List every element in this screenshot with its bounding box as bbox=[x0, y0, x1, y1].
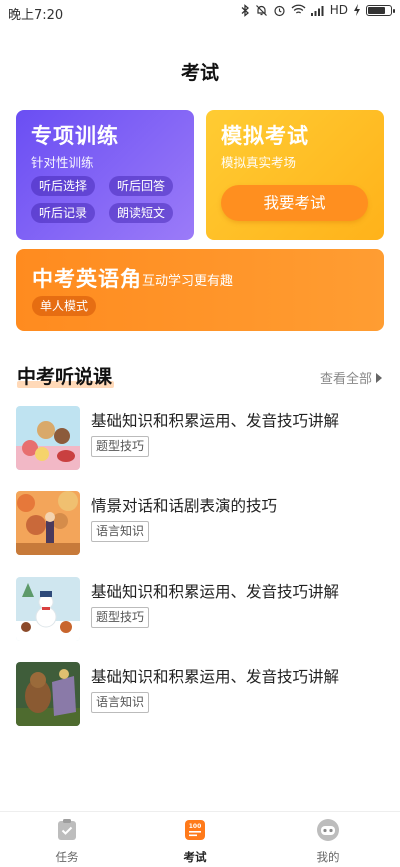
nav-mine[interactable]: 我的 bbox=[288, 818, 368, 865]
course-title: 基础知识和积累运用、发音技巧讲解 bbox=[91, 583, 340, 601]
nav-exam[interactable]: 100 考试 bbox=[155, 818, 235, 865]
chip-read-aloud[interactable]: 朗读短文 bbox=[109, 203, 174, 223]
status-icons: HD bbox=[241, 3, 395, 17]
english-corner-card[interactable]: 中考英语角 互动学习更有趣 单人模式 bbox=[16, 249, 384, 331]
wifi-icon bbox=[291, 4, 306, 14]
chip-listen-choose[interactable]: 听后选择 bbox=[31, 176, 96, 196]
course-thumbnail bbox=[16, 662, 80, 726]
bluetooth-icon bbox=[241, 3, 249, 17]
alarm-icon bbox=[274, 5, 285, 16]
special-training-card[interactable]: 专项训练 针对性训练 听后选择 听后回答 听后记录 朗读短文 bbox=[16, 110, 194, 240]
bottom-nav: 任务 100 考试 我的 bbox=[0, 811, 400, 867]
charging-icon bbox=[354, 4, 360, 16]
course-thumbnail bbox=[16, 577, 80, 641]
course-title: 基础知识和积累运用、发音技巧讲解 bbox=[91, 412, 340, 430]
battery-icon bbox=[366, 4, 395, 16]
section-title: 中考听说课 bbox=[17, 366, 115, 388]
start-exam-button[interactable]: 我要考试 bbox=[221, 185, 368, 221]
view-all-label: 查看全部 bbox=[319, 372, 372, 387]
exam-100-icon: 100 bbox=[185, 820, 205, 840]
course-item[interactable]: 基础知识和积累运用、发音技巧讲解 语言知识 bbox=[16, 662, 384, 728]
course-item[interactable]: 基础知识和积累运用、发音技巧讲解 题型技巧 bbox=[16, 406, 384, 472]
course-tag: 题型技巧 bbox=[91, 607, 150, 628]
clipboard-check-icon bbox=[58, 819, 76, 840]
nav-exam-label: 考试 bbox=[183, 850, 207, 864]
course-tag: 语言知识 bbox=[91, 521, 150, 542]
chip-listen-answer[interactable]: 听后回答 bbox=[109, 176, 174, 196]
mock-exam-subtitle: 模拟真实考场 bbox=[221, 155, 297, 170]
mock-exam-card[interactable]: 模拟考试 模拟真实考场 我要考试 bbox=[206, 110, 384, 240]
signal-icon bbox=[310, 5, 324, 16]
course-tag: 题型技巧 bbox=[91, 436, 150, 457]
nav-mine-label: 我的 bbox=[316, 850, 340, 864]
course-tag: 语言知识 bbox=[91, 692, 150, 713]
special-training-subtitle: 针对性训练 bbox=[31, 155, 94, 170]
triangle-right-icon bbox=[376, 372, 382, 383]
chip-listen-record[interactable]: 听后记录 bbox=[31, 203, 96, 223]
course-item[interactable]: 基础知识和积累运用、发音技巧讲解 题型技巧 bbox=[16, 577, 384, 643]
nav-tasks-label: 任务 bbox=[55, 850, 79, 864]
status-time: 晚上7:20 bbox=[8, 8, 64, 23]
network-type: HD bbox=[329, 3, 348, 17]
english-corner-title: 中考英语角 bbox=[32, 267, 142, 291]
status-bar: 晚上7:20 HD bbox=[0, 0, 400, 24]
course-item[interactable]: 情景对话和话剧表演的技巧 语言知识 bbox=[16, 491, 384, 557]
course-title: 情景对话和话剧表演的技巧 bbox=[91, 497, 278, 515]
single-mode-chip[interactable]: 单人模式 bbox=[32, 296, 97, 316]
view-all-link[interactable]: 查看全部 bbox=[320, 368, 382, 387]
svg-text:100: 100 bbox=[189, 823, 202, 830]
special-training-title: 专项训练 bbox=[31, 124, 119, 148]
course-title: 基础知识和积累运用、发音技巧讲解 bbox=[91, 668, 340, 686]
page-title: 考试 bbox=[180, 62, 219, 84]
course-thumbnail bbox=[16, 491, 80, 555]
course-thumbnail bbox=[16, 406, 80, 470]
robot-face-icon bbox=[317, 819, 339, 841]
nav-tasks[interactable]: 任务 bbox=[27, 818, 107, 865]
mock-exam-title: 模拟考试 bbox=[221, 124, 309, 148]
mute-bell-icon bbox=[255, 4, 267, 16]
english-corner-subtitle: 互动学习更有趣 bbox=[142, 274, 234, 289]
